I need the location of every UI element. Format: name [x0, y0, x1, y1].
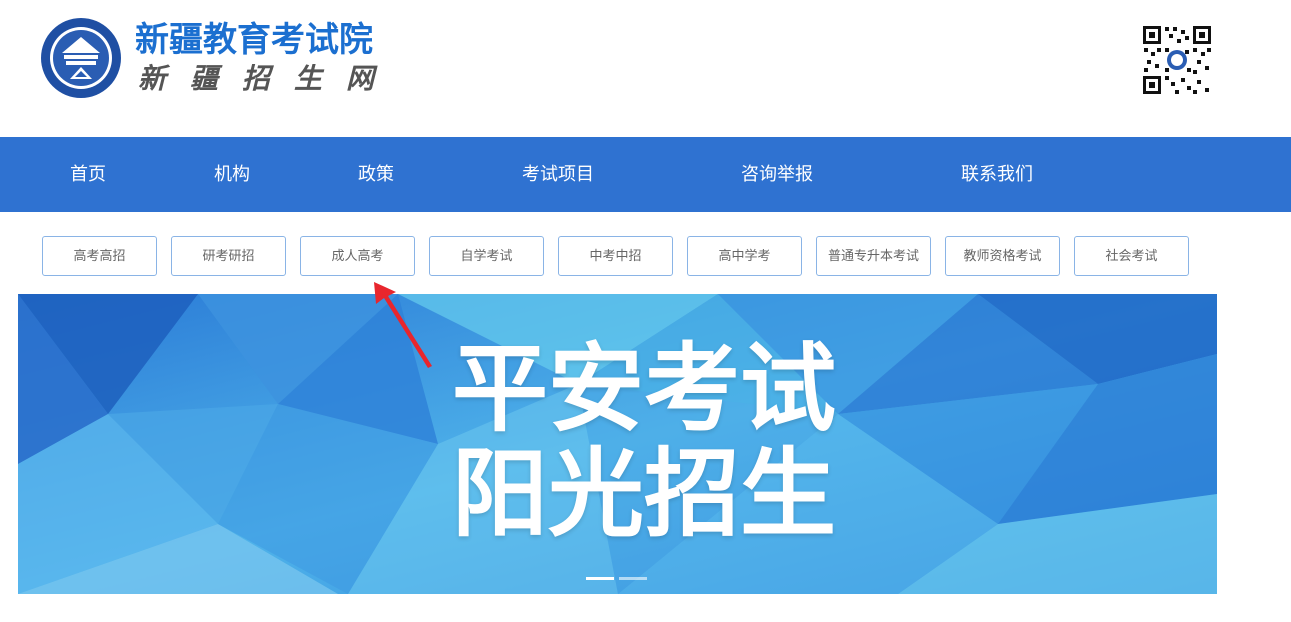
nav-item-contact-us[interactable]: 联系我们 — [961, 137, 1033, 212]
category-zhongkao-button[interactable]: 中考中招 — [558, 236, 673, 276]
qr-code-icon — [1141, 24, 1213, 96]
nav-item-policy[interactable]: 政策 — [358, 137, 394, 212]
category-high-school-exam-button[interactable]: 高中学考 — [687, 236, 802, 276]
site-subtitle: 新疆招生网 — [138, 62, 399, 95]
nav-item-organization[interactable]: 机构 — [214, 137, 250, 212]
nav-item-exam-projects[interactable]: 考试项目 — [522, 137, 594, 212]
xinjiang-exam-emblem-icon — [41, 18, 121, 98]
category-self-study-exam-button[interactable]: 自学考试 — [429, 236, 544, 276]
banner-slogan-line1: 平安考试 — [452, 333, 836, 445]
site-logo[interactable]: 新疆教育考试院 新疆招生网 — [40, 17, 400, 103]
banner-slogan-line2: 阳光招生 — [452, 438, 836, 550]
site-title: 新疆教育考试院 — [135, 20, 373, 60]
carousel-dot-active[interactable] — [586, 577, 614, 580]
red-arrow-icon — [374, 282, 432, 368]
hero-banner[interactable]: 平安考试 阳光招生 — [18, 294, 1217, 594]
category-teacher-cert-button[interactable]: 教师资格考试 — [945, 236, 1060, 276]
category-gaokao-button[interactable]: 高考高招 — [42, 236, 157, 276]
nav-item-consult-report[interactable]: 咨询举报 — [741, 137, 813, 212]
nav-item-home[interactable]: 首页 — [70, 137, 106, 212]
carousel-dot[interactable] — [619, 577, 647, 580]
category-adult-exam-button[interactable]: 成人高考 — [300, 236, 415, 276]
site-header: 新疆教育考试院 新疆招生网 — [0, 0, 1291, 137]
exam-category-bar: 高考高招 研考研招 成人高考 自学考试 中考中招 高中学考 普通专升本考试 教师… — [0, 212, 1291, 294]
category-social-exam-button[interactable]: 社会考试 — [1074, 236, 1189, 276]
main-nav: 首页 机构 政策 考试项目 咨询举报 联系我们 — [0, 137, 1291, 212]
category-graduate-exam-button[interactable]: 研考研招 — [171, 236, 286, 276]
category-upgrade-exam-button[interactable]: 普通专升本考试 — [816, 236, 931, 276]
